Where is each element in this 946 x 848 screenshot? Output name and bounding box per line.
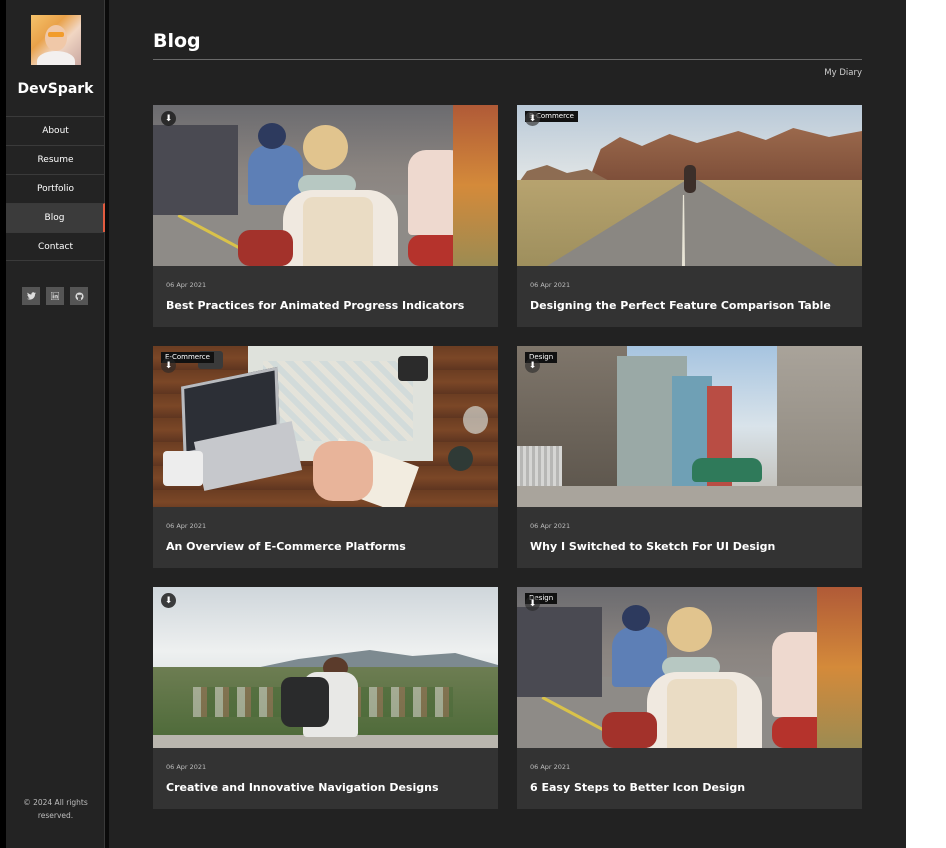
brand-name[interactable]: DevSpark [6, 81, 105, 97]
post-thumbnail [153, 587, 498, 748]
avatar-shirt [37, 51, 75, 65]
blog-card[interactable]: E-Commerce ⬇ 06 Apr 2021 Designing the P… [517, 105, 862, 327]
blog-card[interactable]: E-Commerce ⬇ 06 Apr 2021 An Overview of … [153, 346, 498, 568]
download-icon[interactable]: ⬇ [161, 593, 176, 608]
blog-card[interactable]: ⬇ 06 Apr 2021 Creative and Innovative Na… [153, 587, 498, 809]
blog-card[interactable]: Design ⬇ 06 Apr 2021 Why I Switched to S… [517, 346, 862, 568]
copyright-text: © 2024 All rights reserved. [23, 798, 88, 820]
blog-card[interactable]: Design ⬇ 06 Apr 2021 6 Easy Steps to Bet… [517, 587, 862, 809]
page-margin [906, 0, 946, 848]
download-icon[interactable]: ⬇ [161, 358, 176, 373]
post-title[interactable]: 6 Easy Steps to Better Icon Design [530, 781, 855, 794]
post-thumbnail [517, 587, 862, 748]
post-date: 06 Apr 2021 [530, 281, 571, 289]
post-date: 06 Apr 2021 [166, 281, 207, 289]
blog-grid: ⬇ 06 Apr 2021 Best Practices for Animate… [153, 105, 862, 809]
linkedin-icon[interactable] [46, 287, 64, 305]
post-title[interactable]: Creative and Innovative Navigation Desig… [166, 781, 491, 794]
post-thumbnail [517, 346, 862, 507]
nav-item-about[interactable]: About [6, 116, 105, 145]
github-icon[interactable] [70, 287, 88, 305]
title-rule [153, 59, 862, 60]
post-title[interactable]: Best Practices for Animated Progress Ind… [166, 299, 491, 312]
avatar[interactable] [31, 15, 81, 65]
post-thumbnail [517, 105, 862, 266]
post-date: 06 Apr 2021 [530, 522, 571, 530]
breadcrumb[interactable]: My Diary [669, 68, 862, 78]
avatar-face [45, 25, 67, 51]
download-icon[interactable]: ⬇ [161, 111, 176, 126]
download-icon[interactable]: ⬇ [525, 111, 540, 126]
post-title[interactable]: An Overview of E-Commerce Platforms [166, 540, 491, 553]
blog-card[interactable]: ⬇ 06 Apr 2021 Best Practices for Animate… [153, 105, 498, 327]
post-title[interactable]: Designing the Perfect Feature Comparison… [530, 299, 855, 312]
post-thumbnail [153, 105, 498, 266]
sidebar: DevSpark About Resume Portfolio Blog Con… [6, 0, 105, 848]
main-content: Blog My Diary ⬇ 06 Apr 2021 Best Practic… [109, 0, 906, 848]
nav-item-portfolio[interactable]: Portfolio [6, 174, 105, 203]
nav-item-resume[interactable]: Resume [6, 145, 105, 174]
nav-item-contact[interactable]: Contact [6, 232, 105, 261]
avatar-glasses [48, 32, 64, 37]
twitter-icon[interactable] [22, 287, 40, 305]
post-title[interactable]: Why I Switched to Sketch For UI Design [530, 540, 855, 553]
post-thumbnail [153, 346, 498, 507]
page-title: Blog [153, 30, 201, 52]
download-icon[interactable]: ⬇ [525, 596, 540, 611]
social-links [22, 287, 88, 305]
post-date: 06 Apr 2021 [166, 763, 207, 771]
nav-item-blog[interactable]: Blog [6, 203, 105, 232]
post-date: 06 Apr 2021 [166, 522, 207, 530]
sidebar-nav: About Resume Portfolio Blog Contact [6, 116, 105, 261]
download-icon[interactable]: ⬇ [525, 358, 540, 373]
post-date: 06 Apr 2021 [530, 763, 571, 771]
